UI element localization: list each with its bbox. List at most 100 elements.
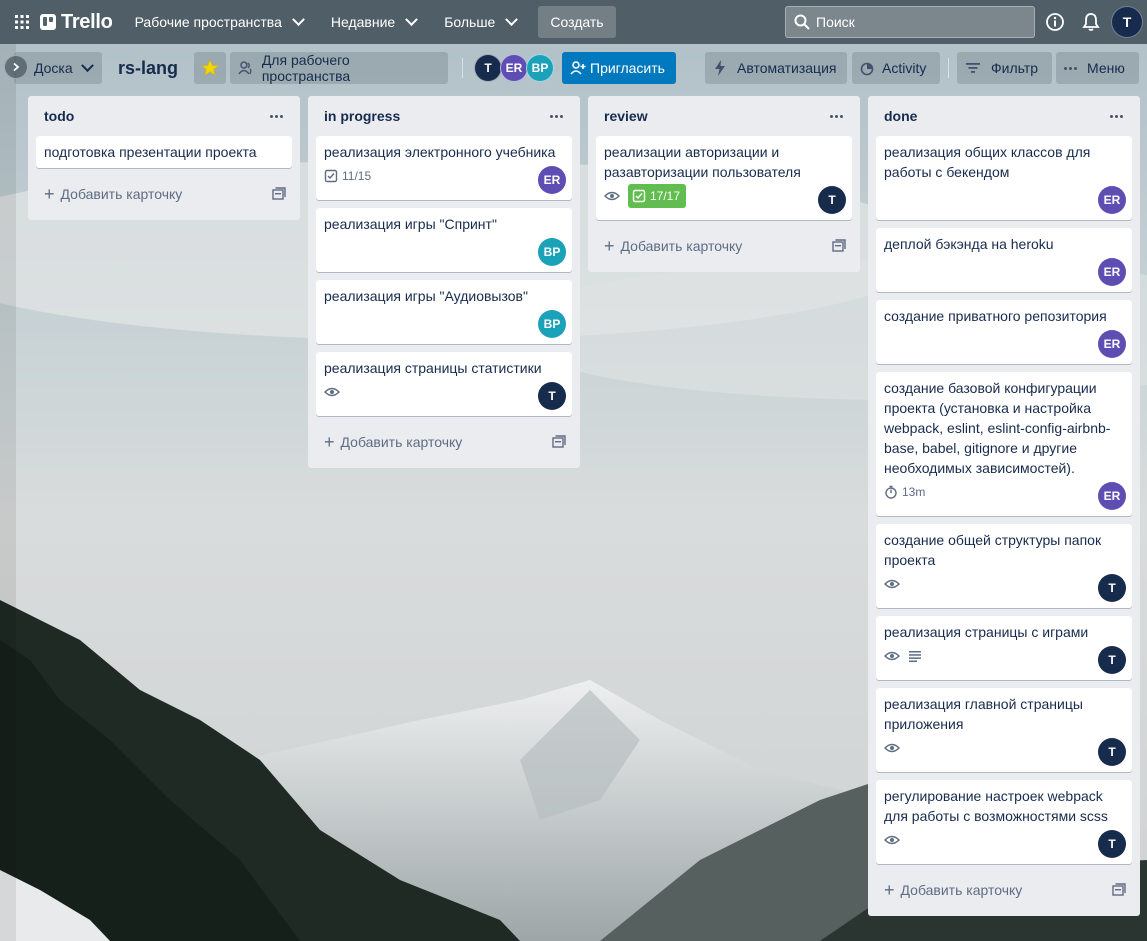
- board-title[interactable]: rs-lang: [118, 58, 178, 79]
- description-icon: [909, 651, 921, 662]
- add-card-button[interactable]: + Добавить карточку: [596, 228, 852, 264]
- filter-button[interactable]: Фильтр: [957, 52, 1052, 84]
- card-member-avatar[interactable]: ER: [1098, 186, 1126, 214]
- notifications-bell-icon[interactable]: [1079, 10, 1103, 34]
- chevron-down-icon: [80, 58, 94, 72]
- card-member-avatar[interactable]: ER: [1098, 258, 1126, 286]
- card-member-avatar[interactable]: T: [1098, 830, 1126, 858]
- card[interactable]: реализация главной страницы приложения T: [876, 688, 1132, 772]
- list-menu-icon[interactable]: [1106, 108, 1126, 124]
- add-card-label: Добавить карточку: [900, 882, 1023, 898]
- card-member-initial: T: [548, 389, 556, 403]
- card[interactable]: создание базовой конфигурации проекта (у…: [876, 372, 1132, 516]
- filter-icon: [966, 63, 980, 73]
- list-title[interactable]: todo: [44, 108, 74, 124]
- automation-button[interactable]: Автоматизация: [705, 52, 847, 84]
- watch-eye-icon: [884, 651, 900, 661]
- activity-icon: [860, 62, 874, 76]
- card-member-avatar[interactable]: T: [538, 382, 566, 410]
- list-menu-icon[interactable]: [266, 108, 286, 124]
- time-badge: 13m: [884, 482, 925, 502]
- invite-button[interactable]: Пригласить: [562, 52, 676, 84]
- add-card-button[interactable]: + Добавить карточку: [876, 872, 1132, 908]
- sidebar-toggle-button[interactable]: [4, 55, 28, 79]
- list-title[interactable]: review: [604, 108, 648, 124]
- member-avatar-initial: T: [484, 61, 492, 75]
- list-menu-icon[interactable]: [546, 108, 566, 124]
- top-navigation-bar: Trello Рабочие пространства Недавние Бол…: [0, 0, 1147, 44]
- menu-recent[interactable]: Недавние: [323, 6, 424, 38]
- board-menu-button[interactable]: Меню: [1056, 52, 1139, 84]
- member-avatar[interactable]: BP: [526, 54, 554, 82]
- invite-label: Пригласить: [590, 60, 665, 76]
- card-member-initial: T: [1108, 745, 1116, 759]
- card[interactable]: реализация электронного учебника 11/15 E…: [316, 136, 572, 200]
- card[interactable]: реализация общих классов для работы с бе…: [876, 136, 1132, 220]
- list-header[interactable]: review: [596, 96, 852, 136]
- list-header[interactable]: done: [876, 96, 1132, 136]
- add-member-icon: [570, 61, 586, 75]
- card-member-initial: ER: [1103, 489, 1121, 503]
- card-member-avatar[interactable]: ER: [538, 166, 566, 194]
- list-done: done реализация общих классов для работы…: [868, 96, 1140, 916]
- card[interactable]: подготовка презентации проекта: [36, 136, 292, 168]
- card-member-initial: ER: [543, 173, 561, 187]
- card-member-avatar[interactable]: T: [1098, 738, 1126, 766]
- trello-logo[interactable]: Trello: [40, 11, 113, 34]
- card-member-avatar[interactable]: T: [1098, 574, 1126, 602]
- add-card-button[interactable]: + Добавить карточку: [36, 176, 292, 212]
- card-title: реализация страницы статистики: [324, 360, 542, 376]
- card-template-icon[interactable]: [552, 435, 566, 449]
- filter-label: Фильтр: [991, 60, 1039, 76]
- card[interactable]: создание приватного репозитория ER: [876, 300, 1132, 364]
- card-member-avatar[interactable]: BP: [538, 310, 566, 338]
- menu-workspaces[interactable]: Рабочие пространства: [127, 6, 311, 38]
- card-member-avatar[interactable]: T: [818, 186, 846, 214]
- card-title: реализация главной страницы приложения: [884, 696, 1083, 732]
- checklist-icon: [324, 169, 338, 183]
- star-board-button[interactable]: [194, 52, 226, 84]
- list-header[interactable]: todo: [36, 96, 292, 136]
- card[interactable]: реализация страницы статистики T: [316, 352, 572, 416]
- trello-logo-icon: [40, 14, 56, 30]
- member-avatar-initial: ER: [505, 61, 523, 75]
- member-avatar[interactable]: ER: [500, 54, 528, 82]
- user-avatar[interactable]: T: [1111, 6, 1143, 38]
- card-member-avatar[interactable]: ER: [1098, 330, 1126, 358]
- card-member-avatar[interactable]: BP: [538, 238, 566, 266]
- card[interactable]: деплой бэкэнда на heroku ER: [876, 228, 1132, 292]
- create-button-label: Создать: [550, 14, 604, 30]
- list-menu-icon[interactable]: [826, 108, 846, 124]
- list-header[interactable]: in progress: [316, 96, 572, 136]
- card[interactable]: создание общей структуры папок проекта T: [876, 524, 1132, 608]
- card-template-icon[interactable]: [832, 239, 846, 253]
- card-member-initial: ER: [1103, 337, 1121, 351]
- card[interactable]: реализация страницы с играми T: [876, 616, 1132, 680]
- more-dots-icon: [1064, 66, 1077, 70]
- card-member-avatar[interactable]: T: [1098, 646, 1126, 674]
- apps-grid-icon[interactable]: [10, 10, 34, 34]
- search-input[interactable]: Поиск: [785, 6, 1035, 38]
- add-card-button[interactable]: + Добавить карточку: [316, 424, 572, 460]
- menu-more[interactable]: Больше: [436, 6, 524, 38]
- info-icon[interactable]: [1043, 10, 1067, 34]
- card[interactable]: регулирование настроек webpack для работ…: [876, 780, 1132, 864]
- card[interactable]: реализации авторизации и разавторизации …: [596, 136, 852, 220]
- visibility-button[interactable]: Для рабочего пространства: [230, 52, 448, 84]
- list-title[interactable]: in progress: [324, 108, 400, 124]
- activity-button[interactable]: Activity: [852, 52, 940, 84]
- checklist-complete-badge: 17/17: [628, 184, 687, 208]
- card-title: регулирование настроек webpack для работ…: [884, 788, 1108, 824]
- card-template-icon[interactable]: [1112, 883, 1126, 897]
- member-avatar[interactable]: T: [474, 54, 502, 82]
- card-member-avatar[interactable]: ER: [1098, 482, 1126, 510]
- card-template-icon[interactable]: [272, 187, 286, 201]
- create-button[interactable]: Создать: [538, 6, 616, 38]
- plus-icon: +: [884, 880, 895, 900]
- list-title[interactable]: done: [884, 108, 917, 124]
- card[interactable]: реализация игры "Спринт" BP: [316, 208, 572, 272]
- card[interactable]: реализация игры "Аудиовызов" BP: [316, 280, 572, 344]
- card-member-initial: BP: [543, 317, 561, 331]
- checklist-count: 11/15: [342, 169, 372, 183]
- card-title: создание общей структуры папок проекта: [884, 532, 1102, 568]
